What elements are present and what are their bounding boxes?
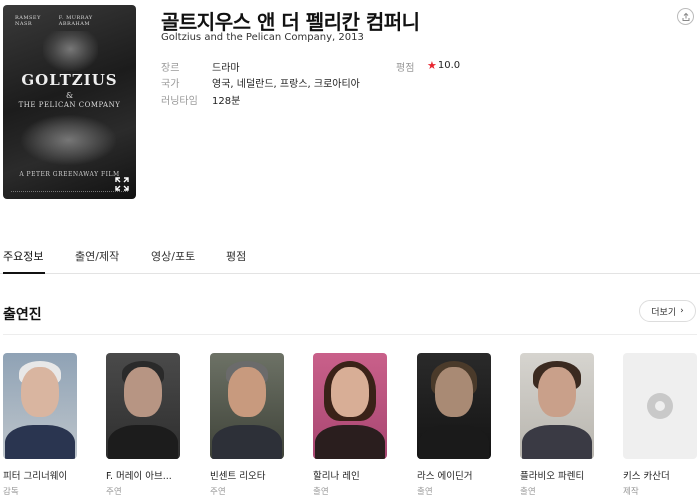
tab-rating[interactable]: 평점	[226, 248, 246, 264]
genre-value: 드라마	[212, 63, 240, 74]
cast-name: 할리나 레인	[313, 471, 360, 482]
country-label: 국가	[161, 79, 180, 90]
cast-role: 출연	[313, 487, 329, 497]
cast-name: 피터 그리너웨이	[3, 471, 68, 482]
tab-bar: 주요정보 출연/제작 영상/포토 평점	[0, 238, 700, 274]
cast-card[interactable]: 빈센트 리오타 주연	[210, 353, 284, 497]
tab-cast-crew[interactable]: 출연/제작	[75, 248, 119, 264]
poster-name-right: F. MURRAY ABRAHAM	[58, 15, 93, 27]
poster-ampersand: &	[65, 91, 74, 100]
cast-name: 키스 카산더	[623, 471, 670, 482]
cast-role: 출연	[417, 487, 433, 497]
poster-title: GOLTZIUS	[21, 71, 118, 89]
cast-photo	[3, 353, 77, 459]
cast-card[interactable]: 라스 에이딘거 출연	[417, 353, 491, 497]
tab-main-info[interactable]: 주요정보	[3, 248, 43, 264]
poster-name-left: RAMSEY NASR	[15, 15, 41, 27]
film-reel-icon	[647, 393, 673, 419]
genre-label: 장르	[161, 63, 180, 74]
cast-role: 제작	[623, 487, 639, 497]
cast-card[interactable]: F. 머레이 아브... 주연	[106, 353, 180, 497]
cast-heading: 출연진	[3, 307, 42, 323]
star-icon: ★	[427, 59, 437, 72]
cast-role: 출연	[520, 487, 536, 497]
cast-photo	[313, 353, 387, 459]
cast-photo	[520, 353, 594, 459]
chevron-right-icon: ›	[680, 306, 684, 316]
cast-card[interactable]: 할리나 레인 출연	[313, 353, 387, 497]
poster-billing-block	[11, 191, 128, 195]
cast-card[interactable]: 플라비오 파렌티 출연	[520, 353, 594, 497]
cast-photo-placeholder	[623, 353, 697, 459]
poster-hand-image	[21, 115, 116, 165]
cast-role: 주연	[210, 487, 226, 497]
more-button-label: 더보기	[651, 307, 677, 318]
cast-photo	[106, 353, 180, 459]
section-divider	[3, 334, 697, 335]
cast-role: 주연	[106, 487, 122, 497]
movie-original-title: Goltzius and the Pelican Company, 2013	[161, 32, 364, 43]
more-button[interactable]: 더보기 ›	[639, 300, 696, 322]
cast-name: F. 머레이 아브...	[106, 471, 172, 482]
poster-figure	[43, 31, 98, 71]
share-icon[interactable]	[677, 8, 694, 25]
cast-role: 감독	[3, 487, 19, 497]
cast-card[interactable]: 피터 그리너웨이 감독	[3, 353, 77, 497]
movie-poster[interactable]: RAMSEY NASR F. MURRAY ABRAHAM GOLTZIUS &…	[3, 5, 136, 199]
cast-name: 빈센트 리오타	[210, 471, 266, 482]
poster-subtitle: THE PELICAN COMPANY	[18, 101, 121, 109]
cast-name: 플라비오 파렌티	[520, 471, 585, 482]
expand-icon[interactable]	[115, 177, 129, 191]
active-tab-indicator	[3, 272, 45, 274]
rating-number: 10.0	[437, 60, 461, 71]
country-value: 영국, 네덜란드, 프랑스, 크로아티아	[212, 79, 360, 90]
runtime-label: 러닝타임	[161, 96, 198, 107]
cast-photo	[210, 353, 284, 459]
movie-title: 골트지우스 앤 더 펠리칸 컴퍼니	[161, 10, 420, 34]
cast-name: 라스 에이딘거	[417, 471, 473, 482]
poster-cast-names: RAMSEY NASR F. MURRAY ABRAHAM	[3, 15, 136, 27]
tab-video-photo[interactable]: 영상/포토	[151, 248, 195, 264]
rating-label: 평점	[396, 63, 415, 74]
rating-value: ★ 10.0	[427, 59, 460, 72]
cast-photo	[417, 353, 491, 459]
runtime-value: 128분	[212, 96, 241, 107]
cast-card[interactable]: 키스 카산더 제작	[623, 353, 697, 497]
